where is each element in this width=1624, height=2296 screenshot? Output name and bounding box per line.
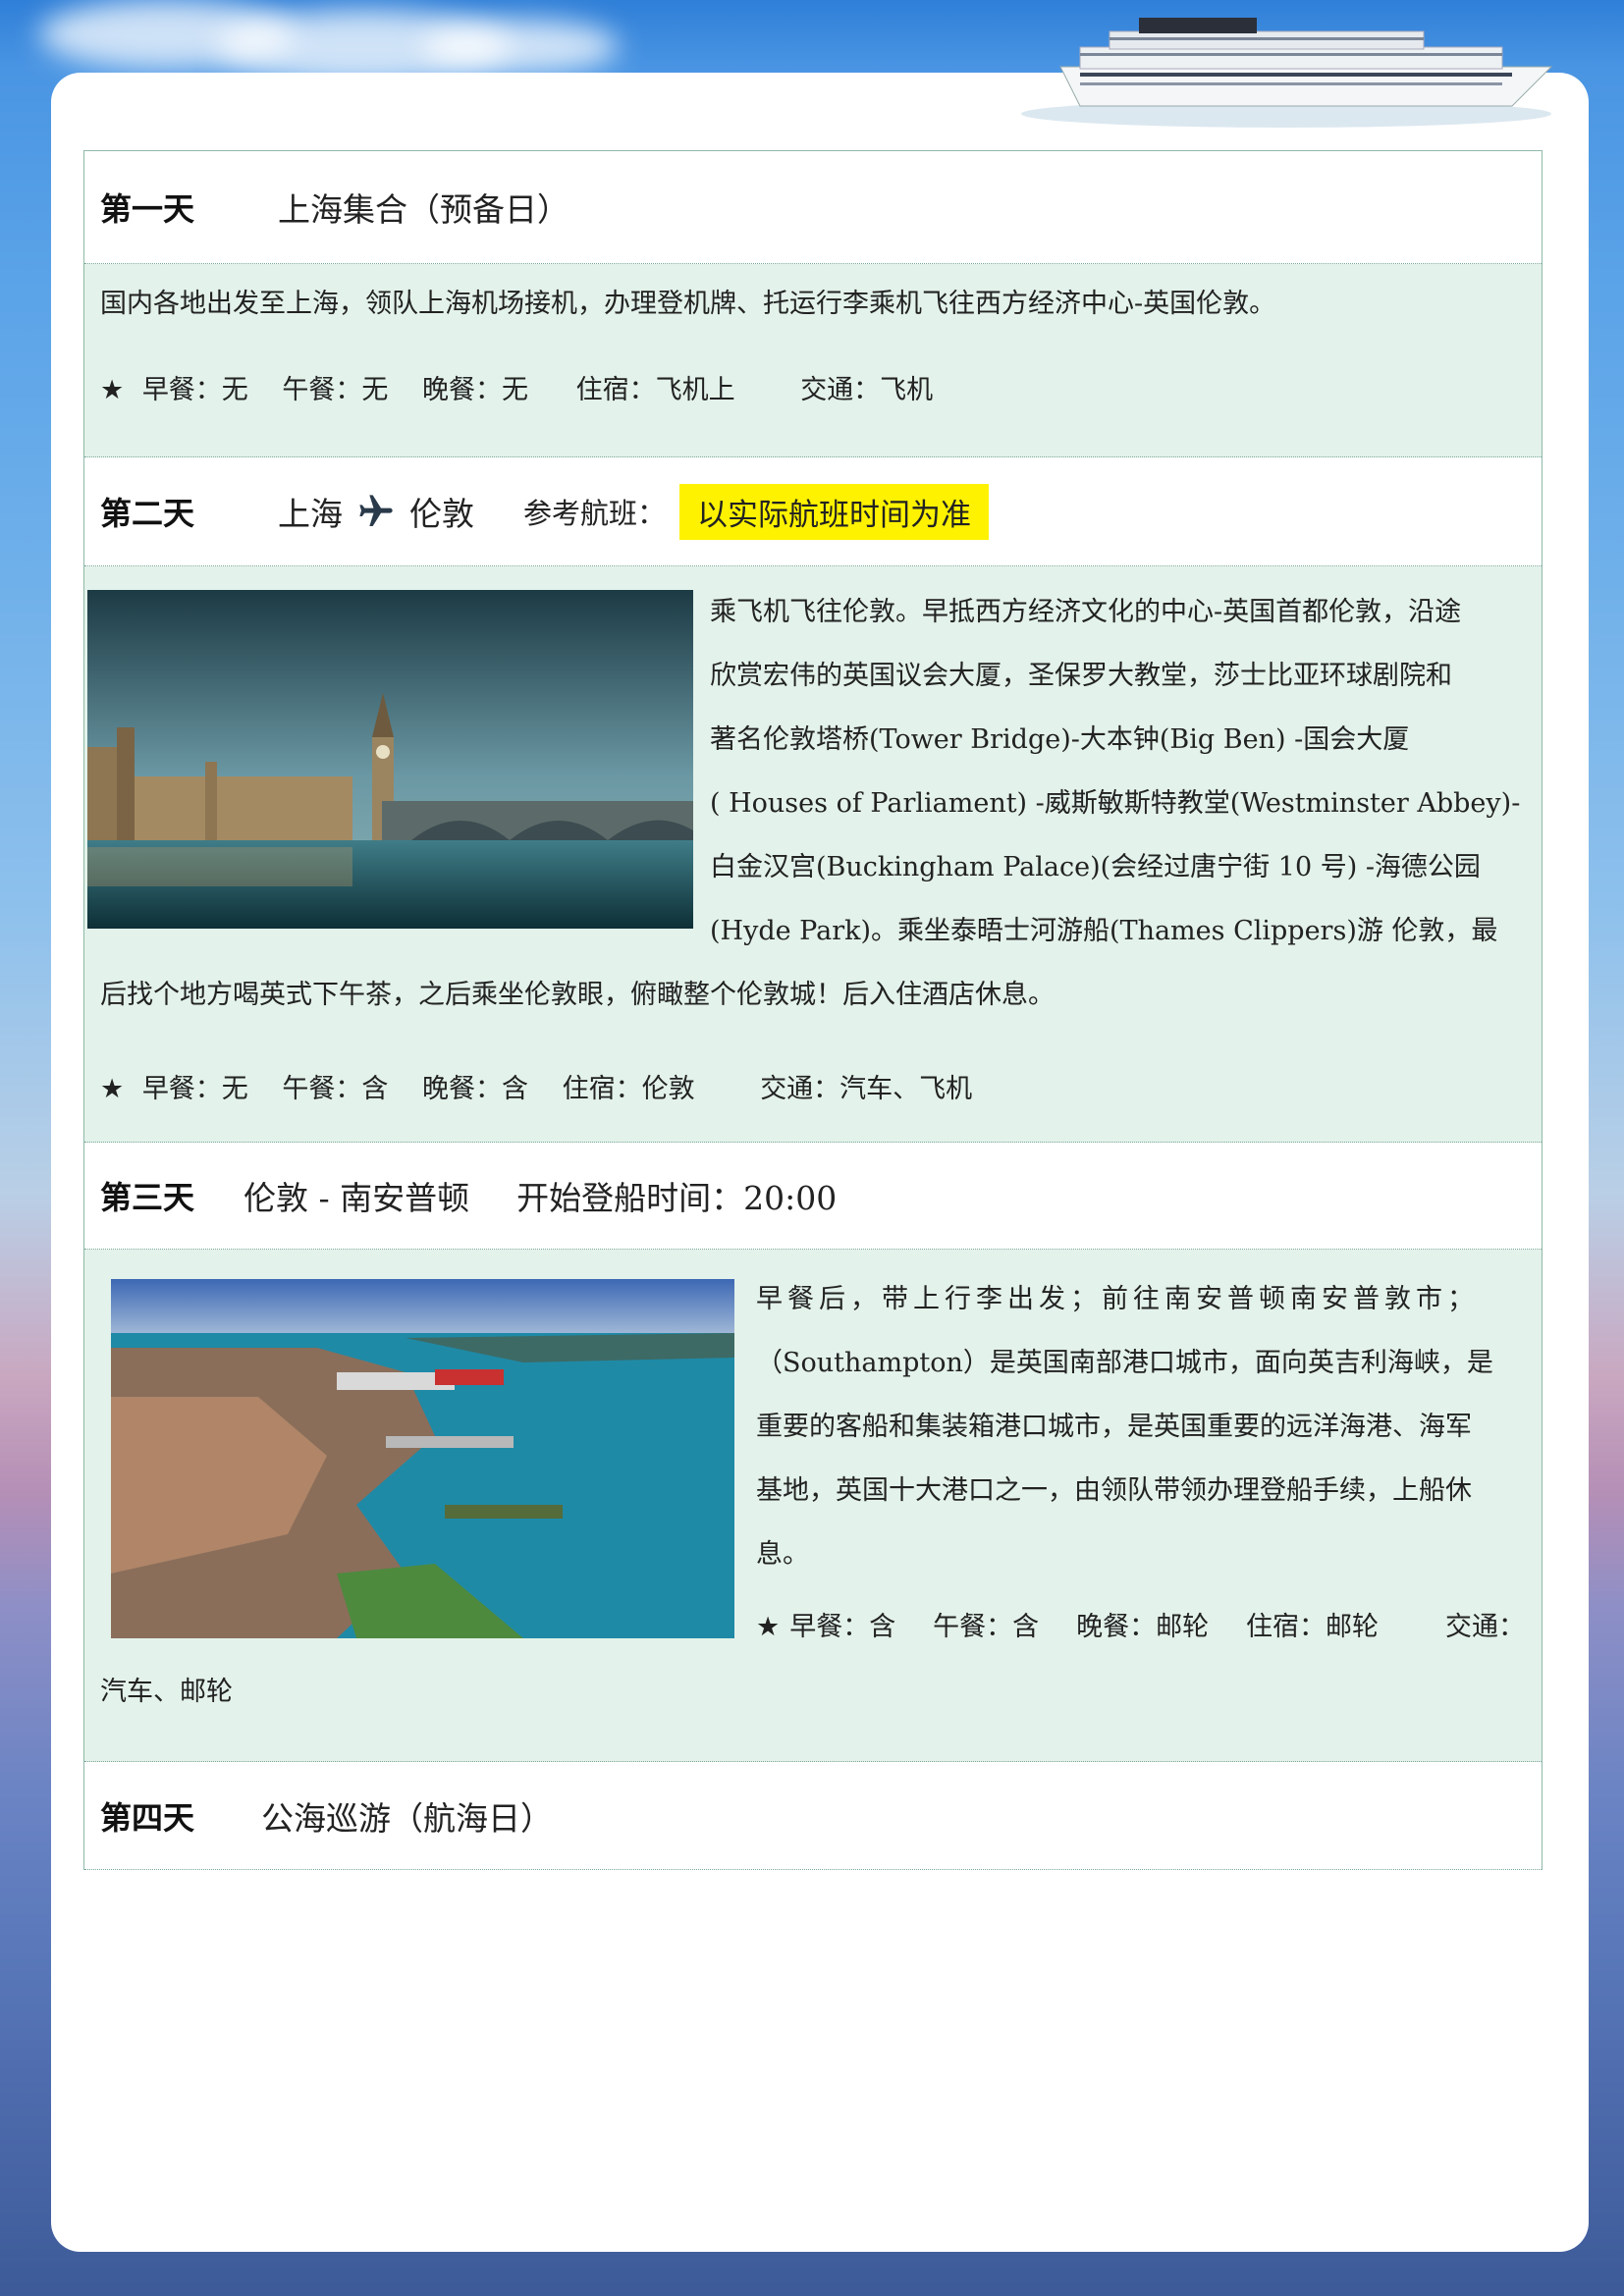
day1-breakfast: 早餐：无 xyxy=(141,375,248,405)
day1-dinner: 晚餐：无 xyxy=(422,375,528,405)
cruise-ship-image xyxy=(1021,18,1553,128)
day2-desc-line: 著名伦敦塔桥(Tower Bridge)-大本钟(Big Ben) -国会大厦 xyxy=(710,724,1410,755)
day2-meals: ★ 早餐：无 午餐：含 晚餐：含 住宿：伦敦 交通：汽车、飞机 xyxy=(100,1067,972,1105)
day3-boarding: 开始登船时间：20:00 xyxy=(516,1179,838,1217)
day2-stay: 住宿：伦敦 xyxy=(562,1074,695,1104)
day3-label: 第三天 xyxy=(100,1179,195,1216)
day3-breakfast: 早餐：含 xyxy=(789,1612,896,1642)
day2-from: 上海 xyxy=(278,495,344,533)
day2-flight-note: 以实际航班时间为准 xyxy=(679,483,990,540)
day3-desc-line: （Southampton）是英国南部港口城市，面向英吉利海峡，是 xyxy=(756,1348,1493,1378)
day2-desc-line: (Hyde Park)。乘坐泰晤士河游船(Thames Clippers)游 伦… xyxy=(710,916,1498,946)
day3-desc-line: 早餐后，带上行李出发；前往南安普顿南安普敦市； xyxy=(756,1284,1479,1314)
day1-description: 国内各地出发至上海，领队上海机场接机，办理登机牌、托运行李乘机飞往西方经济中心-… xyxy=(100,289,1276,319)
itinerary-table: 第一天 上海集合（预备日） 国内各地出发至上海，领队上海机场接机，办理登机牌、托… xyxy=(83,150,1543,1870)
day3-title: 伦敦 - 南安普顿 xyxy=(244,1179,470,1217)
day2-desc-line: ( Houses of Parliament) -威斯敏斯特教堂(Westmin… xyxy=(710,788,1521,819)
day3-transport: 交通： xyxy=(1444,1612,1525,1642)
day2-breakfast: 早餐：无 xyxy=(141,1074,248,1104)
day3-desc-line: 重要的客船和集装箱港口城市，是英国重要的远洋海港、海军 xyxy=(756,1412,1472,1442)
day1-transport: 交通：飞机 xyxy=(800,375,934,405)
star-icon: ★ xyxy=(100,1074,125,1104)
day2-body: 乘飞机飞往伦敦。早抵西方经济文化的中心-英国首都伦敦，沿途 欣赏宏伟的英国议会大… xyxy=(84,566,1542,1143)
day2-lunch: 午餐：含 xyxy=(282,1074,389,1104)
day4-label: 第四天 xyxy=(100,1798,195,1837)
day2-transport: 交通：汽车、飞机 xyxy=(760,1074,973,1104)
day3-stay: 住宿：邮轮 xyxy=(1246,1612,1380,1642)
day1-header: 第一天 上海集合（预备日） xyxy=(84,151,1542,264)
london-parliament-photo xyxy=(87,590,693,929)
day2-desc-last-line: 后找个地方喝英式下午茶，之后乘坐伦敦眼，俯瞰整个伦敦城！后入住酒店休息。 xyxy=(100,980,1055,1010)
airplane-icon xyxy=(359,495,393,526)
day3-dinner: 晚餐：邮轮 xyxy=(1076,1612,1210,1642)
day2-desc-line: 乘飞机飞往伦敦。早抵西方经济文化的中心-英国首都伦敦，沿途 xyxy=(710,597,1462,627)
day3-header: 第三天 伦敦 - 南安普顿 开始登船时间：20:00 xyxy=(84,1143,1542,1250)
star-icon: ★ xyxy=(100,375,125,405)
southampton-port-photo xyxy=(111,1279,734,1638)
day1-body: 国内各地出发至上海，领队上海机场接机，办理登机牌、托运行李乘机飞往西方经济中心-… xyxy=(84,264,1542,457)
day1-stay: 住宿：飞机上 xyxy=(575,375,735,405)
day1-lunch: 午餐：无 xyxy=(282,375,389,405)
day4-header: 第四天 公海巡游（航海日） xyxy=(84,1762,1542,1870)
day2-description: 乘飞机飞往伦敦。早抵西方经济文化的中心-英国首都伦敦，沿途 欣赏宏伟的英国议会大… xyxy=(710,580,1525,963)
star-icon: ★ xyxy=(756,1612,781,1642)
day2-dinner: 晚餐：含 xyxy=(422,1074,528,1104)
day3-meals: ★ 早餐：含 午餐：含 晚餐：邮轮 住宿：邮轮 交通： xyxy=(756,1605,1525,1643)
day3-body: 早餐后，带上行李出发；前往南安普顿南安普敦市； （Southampton）是英国… xyxy=(84,1250,1542,1762)
day2-label: 第二天 xyxy=(100,495,195,532)
day3-lunch: 午餐：含 xyxy=(933,1612,1040,1642)
day1-title: 上海集合（预备日） xyxy=(278,190,570,229)
day3-transport-continued: 汽车、邮轮 xyxy=(100,1677,233,1707)
day1-label: 第一天 xyxy=(100,190,195,228)
day3-description: 早餐后，带上行李出发；前往南安普顿南安普敦市； （Southampton）是英国… xyxy=(756,1267,1525,1586)
day2-header: 第二天 上海 伦敦 参考航班： 以实际航班时间为准 xyxy=(84,457,1542,566)
day2-desc-line: 白金汉宫(Buckingham Palace)(会经过唐宁街 10 号) -海德… xyxy=(710,852,1481,882)
day3-desc-line: 基地，英国十大港口之一，由领队带领办理登船手续，上船休 xyxy=(756,1475,1472,1506)
day1-meals: ★ 早餐：无 午餐：无 晚餐：无 住宿：飞机上 交通：飞机 xyxy=(100,368,1526,406)
day2-flight-label: 参考航班： xyxy=(523,497,667,530)
sky-cloud xyxy=(422,20,619,74)
day2-to: 伦敦 xyxy=(409,495,475,533)
day3-desc-line: 息。 xyxy=(756,1539,809,1570)
day4-title: 公海巡游（航海日） xyxy=(261,1798,554,1838)
day2-desc-line: 欣赏宏伟的英国议会大厦，圣保罗大教堂，莎士比亚环球剧院和 xyxy=(710,661,1452,691)
